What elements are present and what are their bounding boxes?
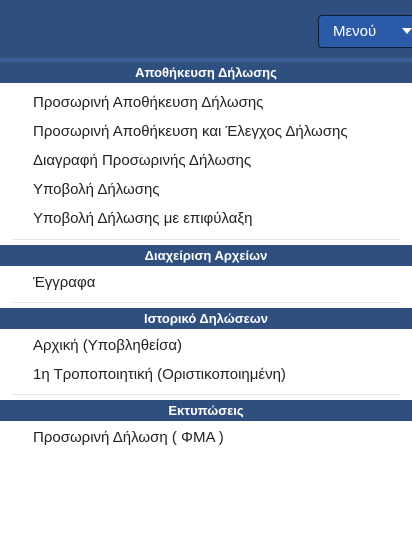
menu-item-documents[interactable]: Έγγραφα <box>0 268 412 297</box>
menu-item-submit[interactable]: Υποβολή Δήλωσης <box>0 175 412 204</box>
menu-item-history-amendment-1[interactable]: 1η Τροποποιητική (Οριστικοποιημένη) <box>0 360 412 389</box>
top-bar: Μενού <box>0 0 412 58</box>
divider <box>12 302 400 303</box>
caret-down-icon <box>402 28 412 34</box>
divider <box>12 239 400 240</box>
section-save-declaration: Αποθήκευση Δήλωσης Προσωρινή Αποθήκευση … <box>0 58 412 233</box>
divider <box>12 394 400 395</box>
menu-button-label: Μενού <box>333 23 377 40</box>
menu-item-history-initial[interactable]: Αρχική (Υποβληθείσα) <box>0 331 412 360</box>
menu-dropdown-button[interactable]: Μενού <box>318 15 412 48</box>
dropdown-menu-panel: Αποθήκευση Δήλωσης Προσωρινή Αποθήκευση … <box>0 58 412 452</box>
section-file-management: Διαχείριση Αρχείων Έγγραφα <box>0 245 412 297</box>
section-header-file-management: Διαχείριση Αρχείων <box>0 245 412 266</box>
menu-item-temp-save[interactable]: Προσωρινή Αποθήκευση Δήλωσης <box>0 88 412 117</box>
section-prints: Εκτυπώσεις Προσωρινή Δήλωση ( ΦΜΑ ) <box>0 400 412 452</box>
section-header-prints: Εκτυπώσεις <box>0 400 412 421</box>
section-header-declaration-history: Ιστορικό Δηλώσεων <box>0 308 412 329</box>
menu-item-print-temp-declaration[interactable]: Προσωρινή Δήλωση ( ΦΜΑ ) <box>0 423 412 452</box>
menu-item-temp-save-and-check[interactable]: Προσωρινή Αποθήκευση και Έλεγχος Δήλωσης <box>0 117 412 146</box>
menu-item-submit-with-reservation[interactable]: Υποβολή Δήλωσης με επιφύλαξη <box>0 204 412 233</box>
menu-item-delete-temp[interactable]: Διαγραφή Προσωρινής Δήλωσης <box>0 146 412 175</box>
section-declaration-history: Ιστορικό Δηλώσεων Αρχική (Υποβληθείσα) 1… <box>0 308 412 389</box>
section-header-save-declaration: Αποθήκευση Δήλωσης <box>0 58 412 83</box>
